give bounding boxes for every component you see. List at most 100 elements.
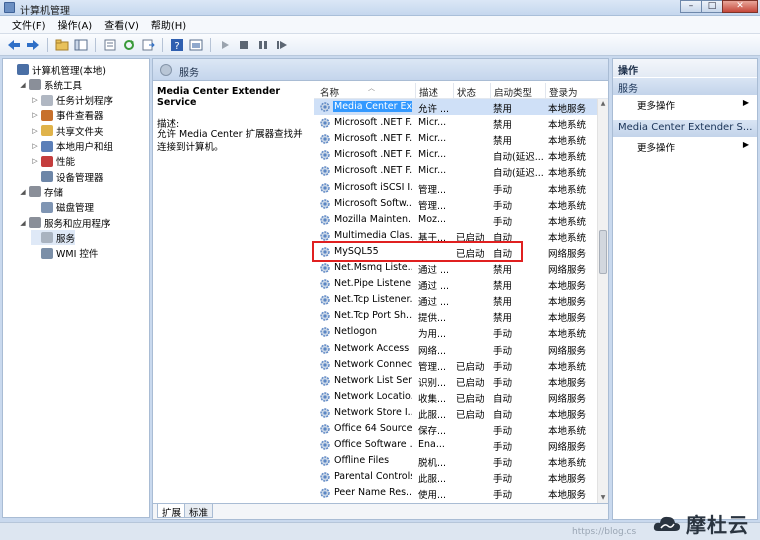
brand-logo: 摩杜云 — [652, 507, 760, 540]
service-row[interactable]: Microsoft .NET F... Micr... 禁用 本地系统 — [314, 131, 598, 147]
scroll-down-icon[interactable]: ▼ — [598, 493, 608, 503]
column-startup-type[interactable]: 启动类型 — [494, 85, 532, 99]
up-folder-icon[interactable] — [54, 37, 70, 53]
export-icon[interactable] — [140, 37, 156, 53]
service-row[interactable]: Microsoft Softw... 管理... 手动 本地系统 — [314, 196, 598, 212]
restart-icon[interactable] — [274, 37, 290, 53]
back-icon[interactable] — [6, 37, 22, 53]
tree-item[interactable]: ◢ 存储 — [19, 184, 63, 199]
service-description: 此服... — [418, 474, 447, 486]
properties-icon[interactable] — [102, 37, 118, 53]
service-row[interactable]: Multimedia Clas... 基于... 已启动 自动 本地系统 — [314, 228, 598, 244]
service-row[interactable]: Net.Pipe Listene... 通过 ... 禁用 本地服务 — [314, 276, 598, 292]
service-row[interactable]: Peer Name Res... 使用... 手动 本地服务 — [314, 485, 598, 501]
service-logon-as: 本地系统 — [548, 152, 587, 164]
service-row[interactable]: Network Connec... 管理... 已启动手动 本地系统 — [314, 357, 598, 373]
expanded-arrow-icon[interactable]: ◢ — [19, 81, 27, 89]
actions-section-selected-service[interactable]: Media Center Extender S... — [613, 120, 757, 137]
service-row[interactable]: Net.Tcp Listener... 通过 ... 禁用 本地服务 — [314, 292, 598, 308]
column-divider[interactable] — [453, 83, 454, 99]
service-gear-icon — [319, 471, 331, 483]
service-row[interactable]: Microsoft .NET F... Micr... 禁用 本地系统 — [314, 115, 598, 131]
service-row[interactable]: Microsoft iSCSI I... 管理... 手动 本地系统 — [314, 180, 598, 196]
service-startup-type: 禁用 — [493, 281, 513, 293]
pause-icon[interactable] — [255, 37, 271, 53]
console-icon[interactable] — [188, 37, 204, 53]
tree-item[interactable]: ▷ 任务计划程序 — [31, 93, 113, 108]
column-name[interactable]: 名称 ︿ — [320, 84, 375, 99]
column-description[interactable]: 描述 — [419, 85, 438, 99]
service-row[interactable]: Mozilla Mainten... Moz... 手动 本地系统 — [314, 212, 598, 228]
collapsed-arrow-icon[interactable]: ▷ — [31, 142, 39, 150]
service-startup-type: 禁用 — [493, 313, 513, 325]
tab-standard[interactable]: 标准 — [184, 504, 214, 519]
service-row[interactable]: Network Store I... 此服... 已启动 自动 本地服务 — [314, 405, 598, 421]
collapsed-arrow-icon[interactable]: ▷ — [31, 96, 39, 104]
menu-view[interactable]: 查看(V) — [98, 17, 145, 32]
stop-icon[interactable] — [236, 37, 252, 53]
tree-item[interactable]: ▷ 性能 — [31, 154, 75, 169]
service-row[interactable]: Net.Tcp Port Sh... 提供... 禁用 本地服务 — [314, 308, 598, 324]
collapsed-arrow-icon[interactable]: ▷ — [31, 111, 39, 119]
tree-item[interactable]: ▷ 本地用户和组 — [31, 139, 113, 154]
service-row[interactable]: Parental Controls 此服... 手动 本地服务 — [314, 469, 598, 485]
minimize-button[interactable]: – — [680, 0, 702, 13]
scrollbar-thumb[interactable] — [599, 230, 607, 274]
forward-icon[interactable] — [25, 37, 41, 53]
expanded-arrow-icon[interactable]: ◢ — [19, 219, 27, 227]
service-row[interactable]: Microsoft .NET F... Micr... 自动(延迟... 本地系统 — [314, 163, 598, 179]
service-row[interactable]: Network List Ser... 识别... 已启动 手动 本地服务 — [314, 373, 598, 389]
service-startup-type: 手动 — [493, 426, 513, 437]
service-logon-as: 本地系统 — [548, 184, 587, 196]
refresh-icon[interactable] — [121, 37, 137, 53]
expanded-arrow-icon[interactable]: ◢ — [19, 188, 27, 196]
tree-item[interactable]: ◢ 系统工具 — [19, 77, 82, 92]
menu-help[interactable]: 帮助(H) — [145, 17, 192, 32]
service-row[interactable]: Network Access ... 网络... 手动 网络服务 — [314, 341, 598, 357]
service-startup-type: 自动(延迟... — [493, 152, 543, 164]
show-tree-icon[interactable] — [73, 37, 89, 53]
close-button[interactable]: ✕ — [722, 0, 758, 13]
more-actions-selected-service[interactable]: 更多操作 ▶ — [637, 140, 755, 154]
tree-item-icon — [41, 125, 53, 137]
submenu-arrow-icon: ▶ — [742, 98, 749, 107]
play-icon[interactable] — [217, 37, 233, 53]
service-row[interactable]: Netlogon 为用... 手动 本地系统 — [314, 324, 598, 340]
service-row[interactable]: Microsoft .NET F... Micr... 自动(延迟... 本地系统 — [314, 147, 598, 163]
service-row[interactable]: Network Locatio... 收集... 已启动 自动 网络服务 — [314, 389, 598, 405]
service-startup-type: 手动 — [493, 345, 513, 357]
service-row[interactable]: Office Software ... Ena... 手动 网络服务 — [314, 437, 598, 453]
column-divider[interactable] — [415, 83, 416, 99]
maximize-button[interactable]: □ — [701, 0, 723, 13]
tree-item[interactable]: WMI 控件 — [31, 246, 98, 261]
tree-item[interactable]: 计算机管理(本地) — [7, 62, 106, 77]
column-divider[interactable] — [490, 83, 491, 99]
tree-item[interactable]: 磁盘管理 — [31, 200, 94, 215]
column-divider[interactable] — [545, 83, 546, 99]
tree-item[interactable]: ▷ 共享文件夹 — [31, 123, 104, 138]
scroll-up-icon[interactable]: ▲ — [598, 99, 608, 109]
column-logon-as[interactable]: 登录为 — [549, 85, 578, 99]
collapsed-arrow-icon[interactable]: ▷ — [31, 127, 39, 135]
service-row[interactable]: Media Center Ex... 允许 ... 禁用 本地服务 — [314, 99, 598, 115]
service-startup-type: 自动 — [493, 409, 513, 421]
service-row[interactable]: MySQL55 已启动 自动 网络服务 — [314, 244, 598, 260]
service-name: Netlogon — [334, 326, 377, 338]
menu-file[interactable]: 文件(F) — [6, 17, 52, 32]
menu-action[interactable]: 操作(A) — [52, 17, 99, 32]
collapsed-arrow-icon[interactable]: ▷ — [31, 157, 39, 165]
service-row[interactable]: Office 64 Source... 保存... 手动 本地系统 — [314, 421, 598, 437]
service-row[interactable]: Offline Files 脱机... 手动 本地系统 — [314, 453, 598, 469]
actions-section-services[interactable]: 服务 — [613, 78, 757, 95]
tree-item[interactable]: 设备管理器 — [31, 169, 104, 184]
vertical-scrollbar[interactable]: ▲ ▼ — [597, 99, 608, 503]
service-gear-icon — [319, 262, 331, 274]
tree-item[interactable]: 服务 — [31, 230, 76, 246]
service-row[interactable]: Net.Msmq Liste... 通过 ... 禁用 网络服务 — [314, 260, 598, 276]
column-status[interactable]: 状态 — [457, 85, 476, 99]
tab-extended[interactable]: 扩展 — [157, 504, 187, 519]
tree-item[interactable]: ▷ 事件查看器 — [31, 108, 104, 123]
tree-item[interactable]: ◢ 服务和应用程序 — [19, 215, 111, 230]
help-icon[interactable]: ? — [169, 37, 185, 53]
more-actions-services[interactable]: 更多操作 ▶ — [637, 98, 755, 112]
